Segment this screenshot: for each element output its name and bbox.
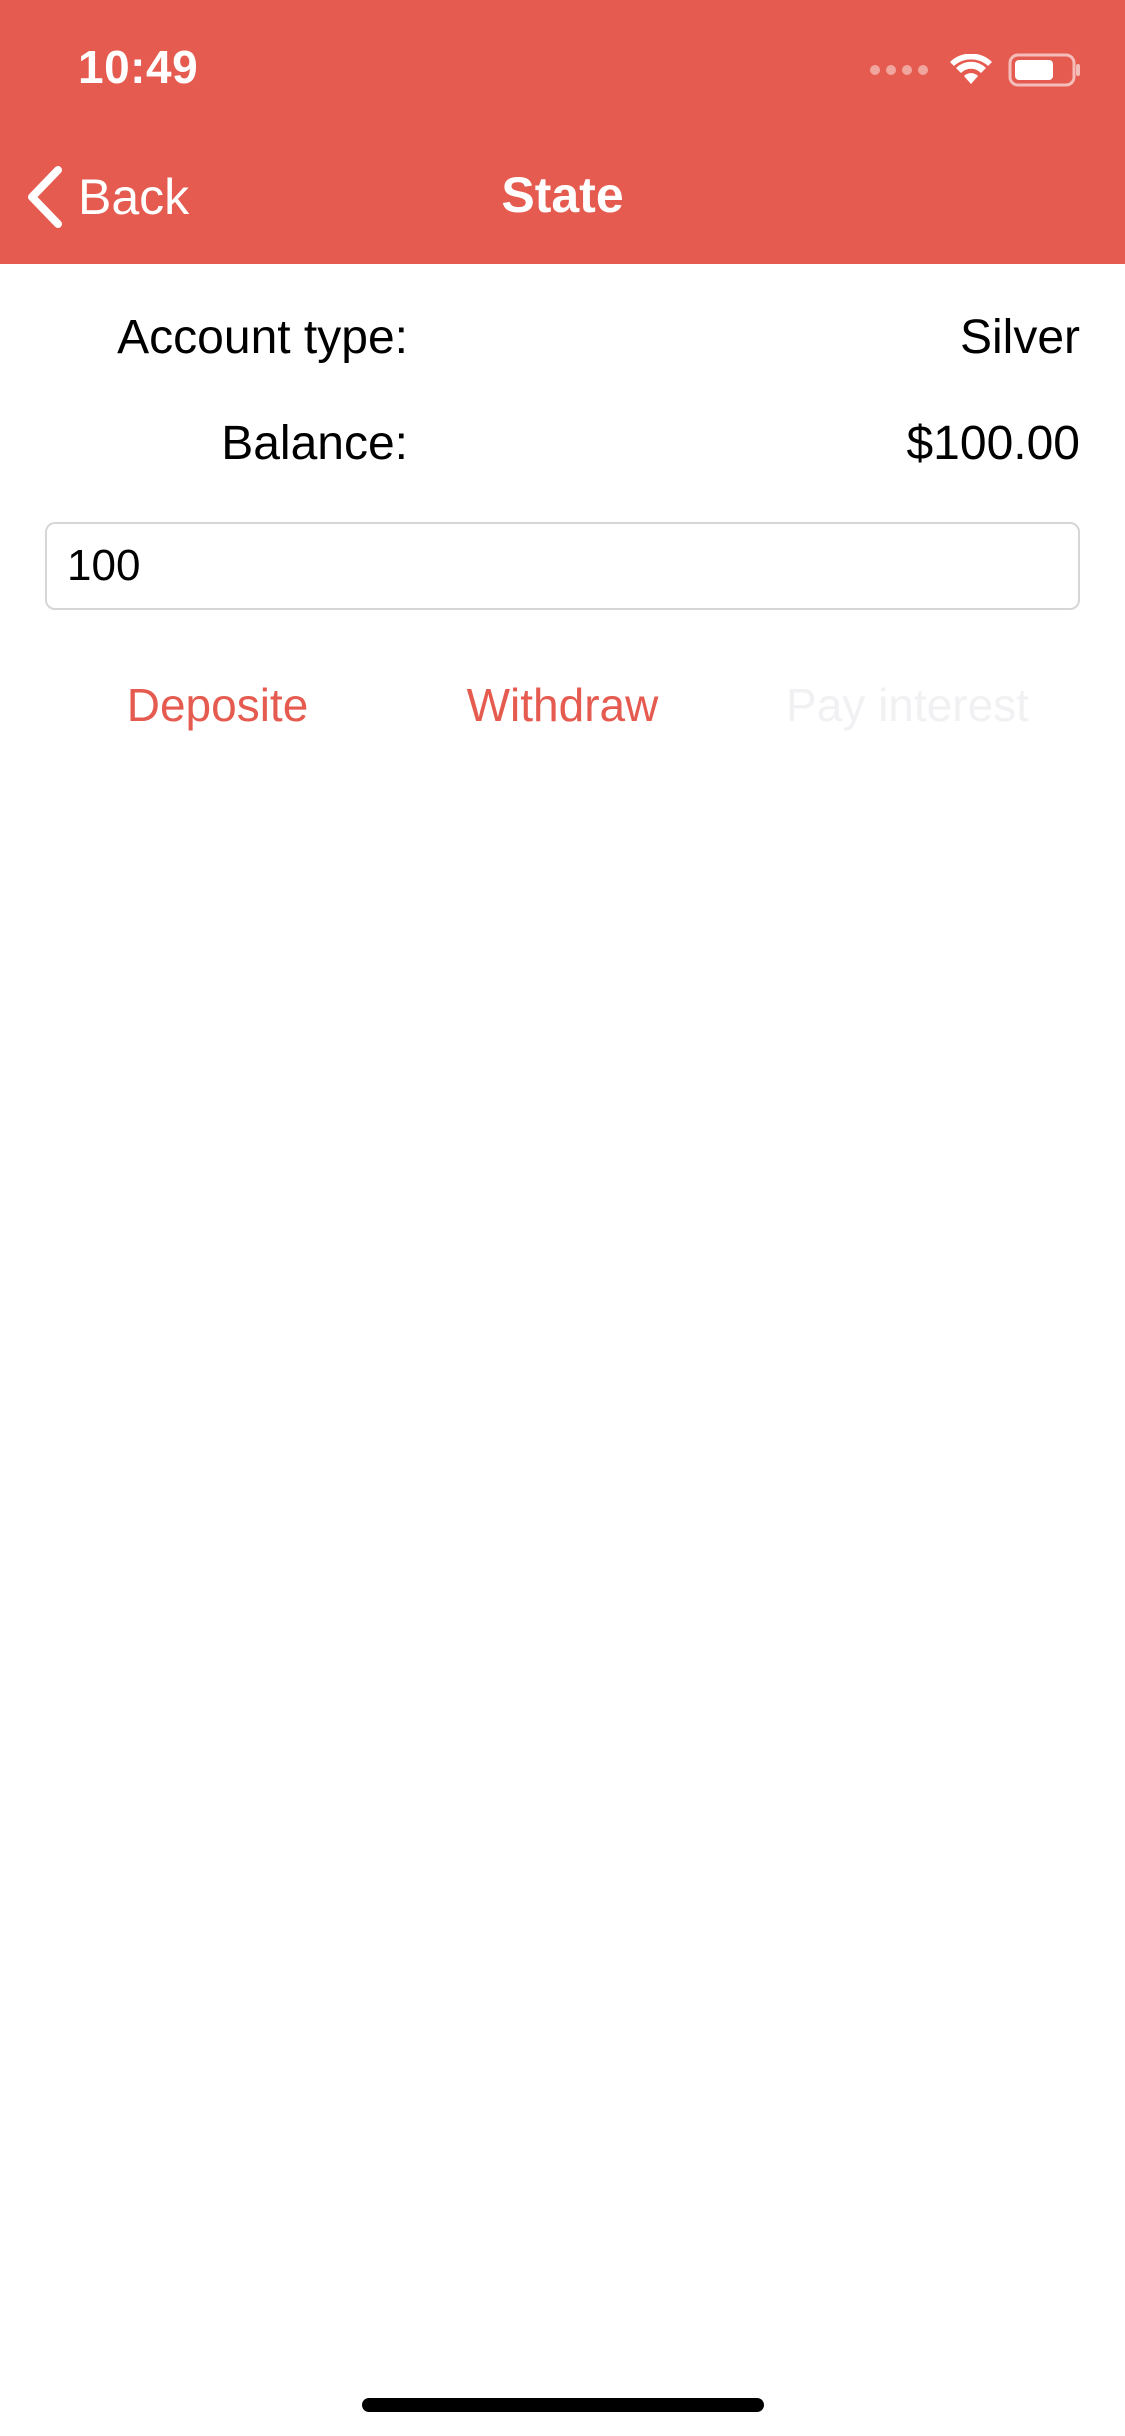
status-icons [870,50,1082,90]
amount-input[interactable] [45,522,1080,610]
account-type-row: Account type: Silver [46,310,1080,380]
account-type-label: Account type: [117,311,408,364]
withdraw-button[interactable]: Withdraw [390,670,735,740]
deposit-button[interactable]: Deposite [45,670,390,740]
pay-interest-button[interactable]: Pay interest [735,670,1080,740]
state-screen: 10:49 Back State Account type: Silver Ba… [0,0,1125,2436]
status-time: 10:49 [78,41,199,93]
balance-row: Balance: $100.00 [46,416,1080,486]
cellular-signal-icon [870,65,928,75]
page-title: State [501,167,624,223]
balance-label: Balance: [221,417,408,470]
home-indicator[interactable] [362,2398,764,2412]
action-buttons: Deposite Withdraw Pay interest [45,670,1080,740]
wifi-icon [950,54,992,84]
account-type-value: Silver [959,311,1080,364]
navigation-header: 10:49 Back State [0,0,1125,264]
battery-icon [1008,53,1080,87]
balance-value: $100.00 [906,417,1080,470]
